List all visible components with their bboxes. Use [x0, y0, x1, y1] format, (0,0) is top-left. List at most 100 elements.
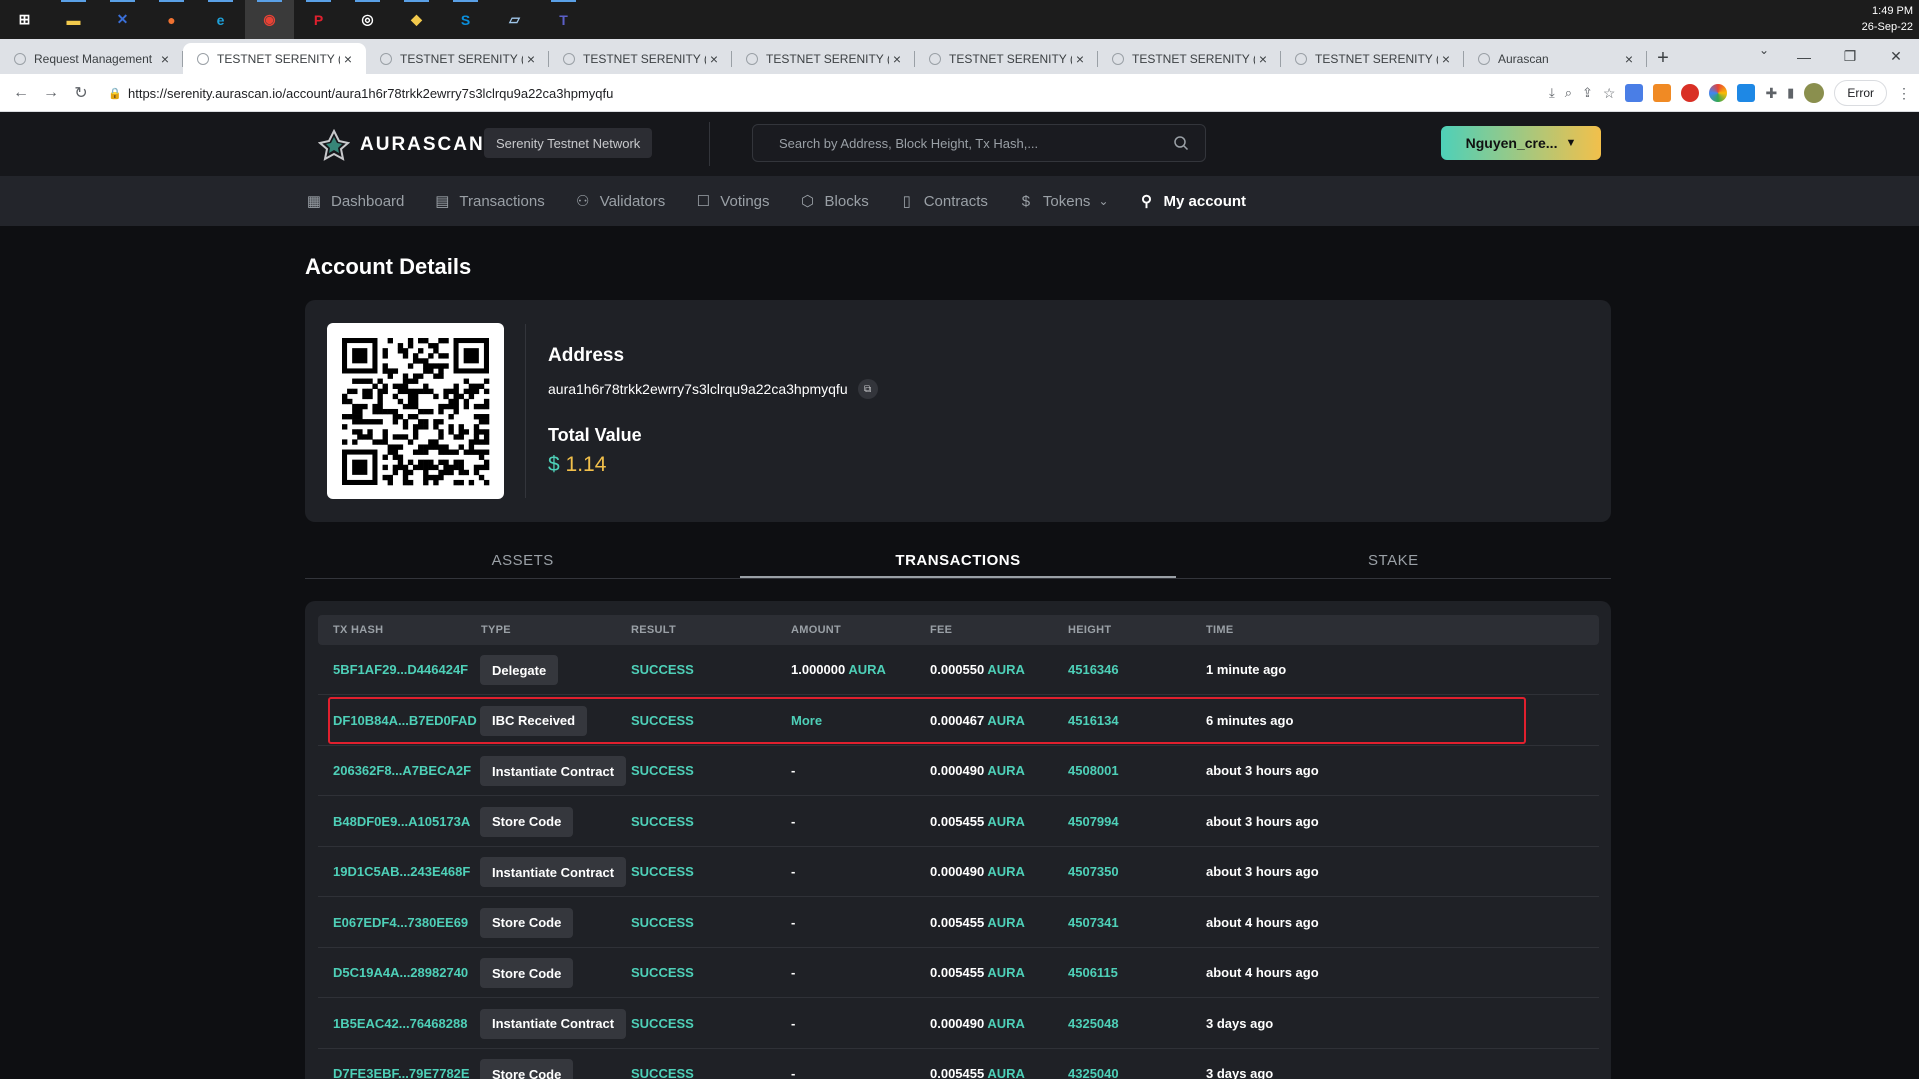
block-height-link[interactable]: 4516134 — [1068, 713, 1119, 728]
tab-close-icon[interactable]: × — [1072, 51, 1088, 67]
close-window-icon[interactable]: ✕ — [1873, 39, 1919, 74]
tab-close-icon[interactable]: × — [1438, 51, 1454, 67]
install-icon[interactable]: ⤓ — [1549, 85, 1555, 101]
tx-hash-link[interactable]: E067EDF4...7380EE69 — [333, 915, 468, 930]
metamask-extension-icon[interactable] — [1653, 84, 1672, 102]
tx-type-badge: Store Code — [480, 958, 574, 988]
tab-assets[interactable]: ASSETS — [305, 546, 740, 578]
tx-hash-link[interactable]: D5C19A4A...28982740 — [333, 965, 468, 980]
system-clock[interactable]: 1:49 PM 26-Sep-22 — [1862, 3, 1913, 35]
restore-icon[interactable]: ❐ — [1827, 39, 1873, 74]
aurascan-logo[interactable]: AURASCAN — [318, 129, 485, 161]
block-height-link[interactable]: 4325048 — [1068, 1016, 1119, 1031]
tx-hash-link[interactable]: 19D1C5AB...243E468F — [333, 864, 470, 879]
new-tab-icon[interactable]: + — [1647, 43, 1679, 74]
extensions-puzzle-icon[interactable]: ✚ — [1765, 85, 1777, 102]
browser-tab[interactable]: TESTNET SERENITY (AU× — [366, 43, 549, 74]
taskbar-app[interactable]: ◎ — [343, 0, 392, 39]
wallet-account-button[interactable]: Nguyen_cre... ▼ — [1441, 126, 1601, 160]
block-height-link[interactable]: 4325040 — [1068, 1066, 1119, 1079]
tx-amount: 1.000000 AURA — [791, 662, 886, 677]
tab-close-icon[interactable]: × — [1621, 51, 1637, 67]
address-bar[interactable]: 🔒 https://serenity.aurascan.io/account/a… — [108, 79, 1448, 107]
tx-hash-link[interactable]: 206362F8...A7BECA2F — [333, 763, 471, 778]
nav-item-my-account[interactable]: ⚲ My account — [1138, 192, 1246, 211]
browser-tab[interactable]: TESTNET SERENITY (AU× — [915, 43, 1098, 74]
network-badge[interactable]: Serenity Testnet Network — [484, 128, 653, 158]
bookmark-star-icon[interactable]: ☆ — [1603, 85, 1616, 102]
tab-close-icon[interactable]: × — [523, 51, 539, 67]
minimize-icon[interactable]: — — [1781, 39, 1827, 74]
tx-time: about 3 hours ago — [1206, 813, 1319, 829]
taskbar-app[interactable]: ● — [147, 0, 196, 39]
block-height-link[interactable]: 4506115 — [1068, 965, 1118, 980]
browser-tab[interactable]: TESTNET SERENITY (AU× — [549, 43, 732, 74]
taskbar-app[interactable]: e — [196, 0, 245, 39]
tx-hash-link[interactable]: D7FE3EBF...79E7782E — [333, 1066, 470, 1079]
block-height-link[interactable]: 4508001 — [1068, 763, 1119, 778]
taskbar-app[interactable]: T — [539, 0, 588, 39]
browser-tab[interactable]: Request Management × — [0, 43, 183, 74]
tab-close-icon[interactable]: × — [706, 51, 722, 67]
tx-amount[interactable]: More — [791, 713, 822, 728]
taskbar-app[interactable]: ⊞ — [0, 0, 49, 39]
browser-tab[interactable]: Aurascan × — [1464, 43, 1647, 74]
lock-icon[interactable]: 🔒 — [108, 87, 128, 100]
tx-hash-link[interactable]: 5BF1AF29...D446424F — [333, 662, 468, 677]
tab-transactions[interactable]: TRANSACTIONS — [740, 546, 1176, 578]
search-input[interactable] — [779, 135, 1173, 151]
search-icon[interactable] — [1173, 135, 1189, 151]
tab-close-icon[interactable]: × — [157, 51, 173, 67]
block-height-link[interactable]: 4507341 — [1068, 915, 1119, 930]
tx-hash-link[interactable]: B48DF0E9...A105173A — [333, 814, 470, 829]
zoom-icon[interactable]: ⌕ — [1565, 85, 1572, 101]
taskbar-app[interactable]: ◉ — [245, 0, 294, 39]
browser-tab[interactable]: TESTNET SERENITY (AU× — [1281, 43, 1464, 74]
side-panel-icon[interactable]: ▮ — [1787, 85, 1794, 101]
tab-close-icon[interactable]: × — [340, 51, 356, 67]
block-height-link[interactable]: 4516346 — [1068, 662, 1119, 677]
tab-close-icon[interactable]: × — [889, 51, 905, 67]
translate-extension-icon[interactable] — [1625, 84, 1644, 102]
more-link[interactable]: More — [791, 713, 822, 728]
nav-item-transactions[interactable]: ▤ Transactions — [433, 192, 544, 211]
nav-item-validators[interactable]: ⚇ Validators — [574, 192, 665, 211]
error-button[interactable]: Error — [1834, 80, 1887, 106]
tab-close-icon[interactable]: × — [1255, 51, 1271, 67]
taskbar-app[interactable]: ▱ — [490, 0, 539, 39]
extension-icon-red[interactable] — [1681, 84, 1700, 102]
tx-hash-link[interactable]: DF10B84A...B7ED0FAD — [333, 713, 477, 728]
block-height-link[interactable]: 4507994 — [1068, 814, 1119, 829]
tab-title: TESTNET SERENITY (AU — [766, 51, 889, 66]
block-height-link[interactable]: 4507350 — [1068, 864, 1119, 879]
browser-tab[interactable]: TESTNET SERENITY (AU× — [183, 43, 366, 74]
browser-tab[interactable]: TESTNET SERENITY (AU× — [1098, 43, 1281, 74]
nav-item-blocks[interactable]: ⬡ Blocks — [799, 192, 869, 211]
taskbar-app[interactable]: ◆ — [392, 0, 441, 39]
taskbar-app[interactable]: ▬ — [49, 0, 98, 39]
nav-item-dashboard[interactable]: ▦ Dashboard — [305, 192, 404, 211]
share-icon[interactable]: ⇪ — [1582, 85, 1593, 101]
nav-item-contracts[interactable]: ▯ Contracts — [898, 192, 988, 211]
taskbar-app[interactable]: S — [441, 0, 490, 39]
transactions-panel: TX HASH TYPE RESULT AMOUNT FEE HEIGHT TIME 5BF… — [305, 601, 1611, 1079]
taskbar-app[interactable]: ✕ — [98, 0, 147, 39]
copy-icon[interactable]: ⧉ — [857, 379, 878, 399]
keplr-extension-icon[interactable] — [1737, 84, 1756, 102]
tab-search-icon[interactable]: ⌄ — [1759, 43, 1769, 57]
nav-item-votings[interactable]: ☐ Votings — [694, 192, 770, 211]
chrome-menu-icon[interactable]: ⋮ — [1897, 85, 1911, 102]
search-bar[interactable] — [752, 124, 1206, 162]
column-header: AMOUNT — [791, 624, 842, 636]
profile-avatar[interactable] — [1804, 83, 1825, 103]
forward-icon[interactable]: → — [36, 84, 66, 102]
tab-stake[interactable]: STAKE — [1176, 546, 1611, 578]
tx-hash-link[interactable]: 1B5EAC42...76468288 — [333, 1016, 467, 1031]
reload-icon[interactable]: ↻ — [66, 83, 96, 103]
browser-tab[interactable]: TESTNET SERENITY (AU× — [732, 43, 915, 74]
skype-icon: S — [460, 11, 471, 28]
back-icon[interactable]: ← — [6, 84, 36, 102]
color-picker-extension-icon[interactable] — [1709, 84, 1728, 102]
taskbar-app[interactable]: P — [294, 0, 343, 39]
nav-item-tokens[interactable]: $ Tokens ⌄ — [1017, 192, 1109, 210]
